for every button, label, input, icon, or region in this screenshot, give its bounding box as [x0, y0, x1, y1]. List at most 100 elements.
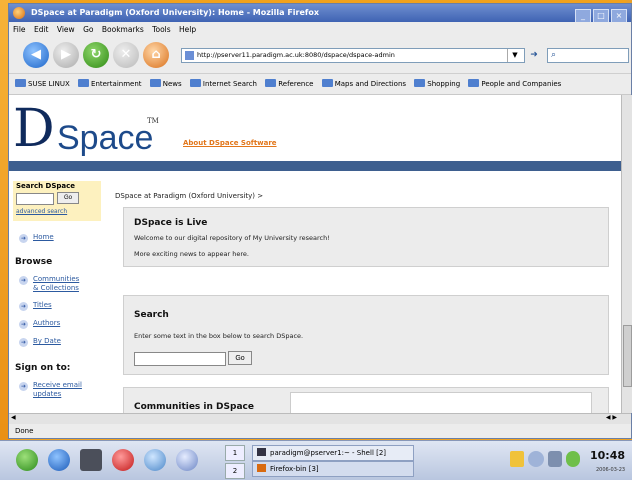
menu-tools[interactable]: Tools — [152, 25, 170, 34]
reload-button[interactable]: ↻ — [83, 42, 109, 68]
sidebar-item-collections[interactable]: & Collections — [33, 284, 79, 292]
search-box-title: Search — [134, 310, 169, 320]
sidebar-item-updates[interactable]: updates — [33, 390, 61, 398]
stop-button[interactable]: ✕ — [113, 42, 139, 68]
home-icon: ⌂ — [151, 47, 161, 62]
back-arrow-icon: ◀ — [31, 47, 41, 62]
logo-letter: D — [13, 99, 55, 159]
url-dropdown-icon[interactable]: ▼ — [507, 49, 522, 62]
scroll-right-icon[interactable]: ◀ ▶ — [606, 414, 617, 421]
back-button[interactable]: ◀ — [23, 42, 49, 68]
bookmark-shopping[interactable]: Shopping — [414, 74, 460, 94]
scroll-left-icon[interactable]: ◀ — [11, 414, 16, 421]
dspace-logo[interactable]: D Space TM — [13, 103, 159, 155]
update-icon[interactable] — [566, 451, 580, 467]
bookmark-news[interactable]: News — [149, 74, 182, 94]
terminal-icon — [257, 448, 266, 456]
folder-icon — [149, 79, 161, 87]
menu-bookmarks[interactable]: Bookmarks — [102, 25, 144, 34]
search-box: Search Enter some text in the box below … — [123, 295, 609, 375]
bookmark-people-and-companies[interactable]: People and Companies — [468, 74, 561, 94]
menu-go[interactable]: Go — [83, 25, 93, 34]
settings-icon[interactable] — [176, 449, 198, 471]
firefox-icon — [13, 7, 25, 19]
communities-box-title: Communities in DSpace — [134, 402, 254, 412]
desktop-taskbar: 1 2 paradigm@pserver1:~ - Shell [2] Fire… — [0, 440, 632, 480]
sidebar-browse-heading: Browse — [15, 257, 53, 267]
bookmark-entertainment[interactable]: Entertainment — [78, 74, 142, 94]
folder-icon — [321, 79, 333, 87]
forward-button[interactable]: ▶ — [53, 42, 79, 68]
volume-icon[interactable] — [528, 451, 544, 467]
taskbar-item-shell[interactable]: paradigm@pserver1:~ - Shell [2] — [252, 445, 414, 461]
browser-window: DSpace at Paradigm (Oxford University): … — [8, 3, 632, 439]
bookmark-reference[interactable]: Reference — [265, 74, 313, 94]
horizontal-scrollbar[interactable]: ◀ ◀ ▶ — [9, 413, 631, 424]
sidebar-search-input[interactable] — [16, 193, 54, 205]
home-button[interactable]: ⌂ — [143, 42, 169, 68]
firefox-icon — [257, 464, 266, 472]
main-search-go-button[interactable]: Go — [228, 351, 252, 365]
search-icon: ⌕ — [551, 50, 557, 60]
arrow-icon: ➜ — [19, 234, 28, 243]
communities-box: Communities in DSpace — [123, 387, 609, 413]
window-titlebar[interactable]: DSpace at Paradigm (Oxford University): … — [9, 4, 631, 23]
dspace-header: D Space TM About DSpace Software — [9, 95, 621, 161]
url-input[interactable] — [197, 49, 497, 61]
bookmark-internet-search[interactable]: Internet Search — [189, 74, 257, 94]
vertical-scrollbar[interactable] — [621, 95, 632, 413]
system-tray — [500, 447, 580, 473]
sidebar-item-authors[interactable]: ➜ Authors — [19, 319, 60, 329]
advanced-search-link[interactable]: advanced search — [16, 208, 67, 215]
status-text: Done — [15, 427, 34, 435]
header-divider — [9, 161, 621, 171]
taskbar-item-firefox[interactable]: Firefox-bin [3] — [252, 461, 414, 477]
clock[interactable]: 10:48 — [590, 449, 625, 462]
live-box-title: DSpace is Live — [134, 218, 208, 228]
sidebar-search-panel: Search DSpace Go advanced search — [13, 181, 101, 221]
scrollbar-thumb[interactable] — [623, 325, 632, 387]
breadcrumb: DSpace at Paradigm (Oxford University) > — [115, 192, 264, 200]
clipboard-icon[interactable] — [510, 451, 524, 467]
close-icon[interactable]: × — [611, 9, 627, 23]
forward-arrow-icon: ▶ — [61, 47, 71, 62]
about-dspace-link[interactable]: About DSpace Software — [183, 139, 277, 147]
menu-help[interactable]: Help — [179, 25, 196, 34]
url-bar[interactable] — [181, 48, 525, 63]
folder-icon — [78, 79, 90, 87]
desktop-pager[interactable]: 1 2 — [225, 445, 245, 479]
sidebar: Search DSpace Go advanced search ➜ Home B… — [9, 171, 105, 413]
menu-file[interactable]: File — [13, 25, 26, 34]
globe-icon[interactable] — [48, 449, 70, 471]
menu-edit[interactable]: Edit — [34, 25, 49, 34]
start-menu-icon[interactable] — [16, 449, 38, 471]
terminal-icon[interactable] — [80, 449, 102, 471]
sidebar-item-by-date[interactable]: ➜ By Date — [19, 337, 61, 347]
page-favicon-icon — [185, 51, 194, 60]
main-search-input[interactable] — [134, 352, 226, 366]
search-input[interactable]: ⌕ — [547, 48, 629, 63]
bookmark-suse-linux[interactable]: SUSE LINUX — [15, 74, 70, 94]
minimize-icon[interactable]: _ — [575, 9, 591, 23]
sidebar-go-button[interactable]: Go — [57, 192, 79, 204]
network-icon[interactable] — [144, 449, 166, 471]
logo-text: Space — [57, 119, 154, 157]
sidebar-item-home[interactable]: ➜ Home — [19, 233, 54, 243]
live-box-welcome: Welcome to our digital repository of My … — [134, 234, 330, 242]
network-status-icon[interactable] — [548, 451, 562, 467]
pager-desktop-2[interactable]: 2 — [225, 463, 245, 479]
maximize-icon[interactable]: □ — [593, 9, 609, 23]
arrow-icon: ➜ — [19, 302, 28, 311]
search-box-instructions: Enter some text in the box below to sear… — [134, 332, 304, 340]
menu-view[interactable]: View — [57, 25, 75, 34]
live-box-news: More exciting news to appear here. — [134, 250, 249, 258]
sidebar-search-heading: Search DSpace — [16, 182, 76, 190]
go-icon[interactable]: ➜ — [527, 48, 541, 62]
sidebar-item-titles[interactable]: ➜ Titles — [19, 301, 52, 311]
lifebuoy-icon[interactable] — [112, 449, 134, 471]
clock-date: 2006-03-23 — [596, 467, 626, 473]
bookmark-maps-and-directions[interactable]: Maps and Directions — [321, 74, 406, 94]
pager-desktop-1[interactable]: 1 — [225, 445, 245, 461]
menu-bar: File Edit View Go Bookmarks Tools Help — [9, 22, 631, 37]
folder-icon — [189, 79, 201, 87]
